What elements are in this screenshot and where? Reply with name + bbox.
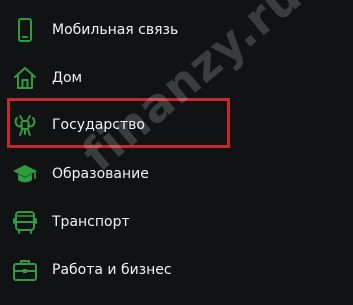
house-icon [11,64,39,92]
menu-item-label: Дом [52,70,83,86]
menu-item-label: Мобильная связь [52,22,179,38]
menu-item-education[interactable]: Образование [0,150,353,198]
menu-item-transport[interactable]: Транспорт [0,198,353,246]
mobile-phone-icon [11,16,39,44]
menu-item-label: Работа и бизнес [52,262,172,278]
services-category-list: Мобильная связь Дом Государство Образова… [0,0,353,305]
bus-icon [11,208,39,236]
menu-item-work-business[interactable]: Работа и бизнес [0,246,353,294]
briefcase-icon [11,256,39,284]
menu-item-label: Транспорт [52,214,130,230]
graduation-cap-icon [11,160,39,188]
